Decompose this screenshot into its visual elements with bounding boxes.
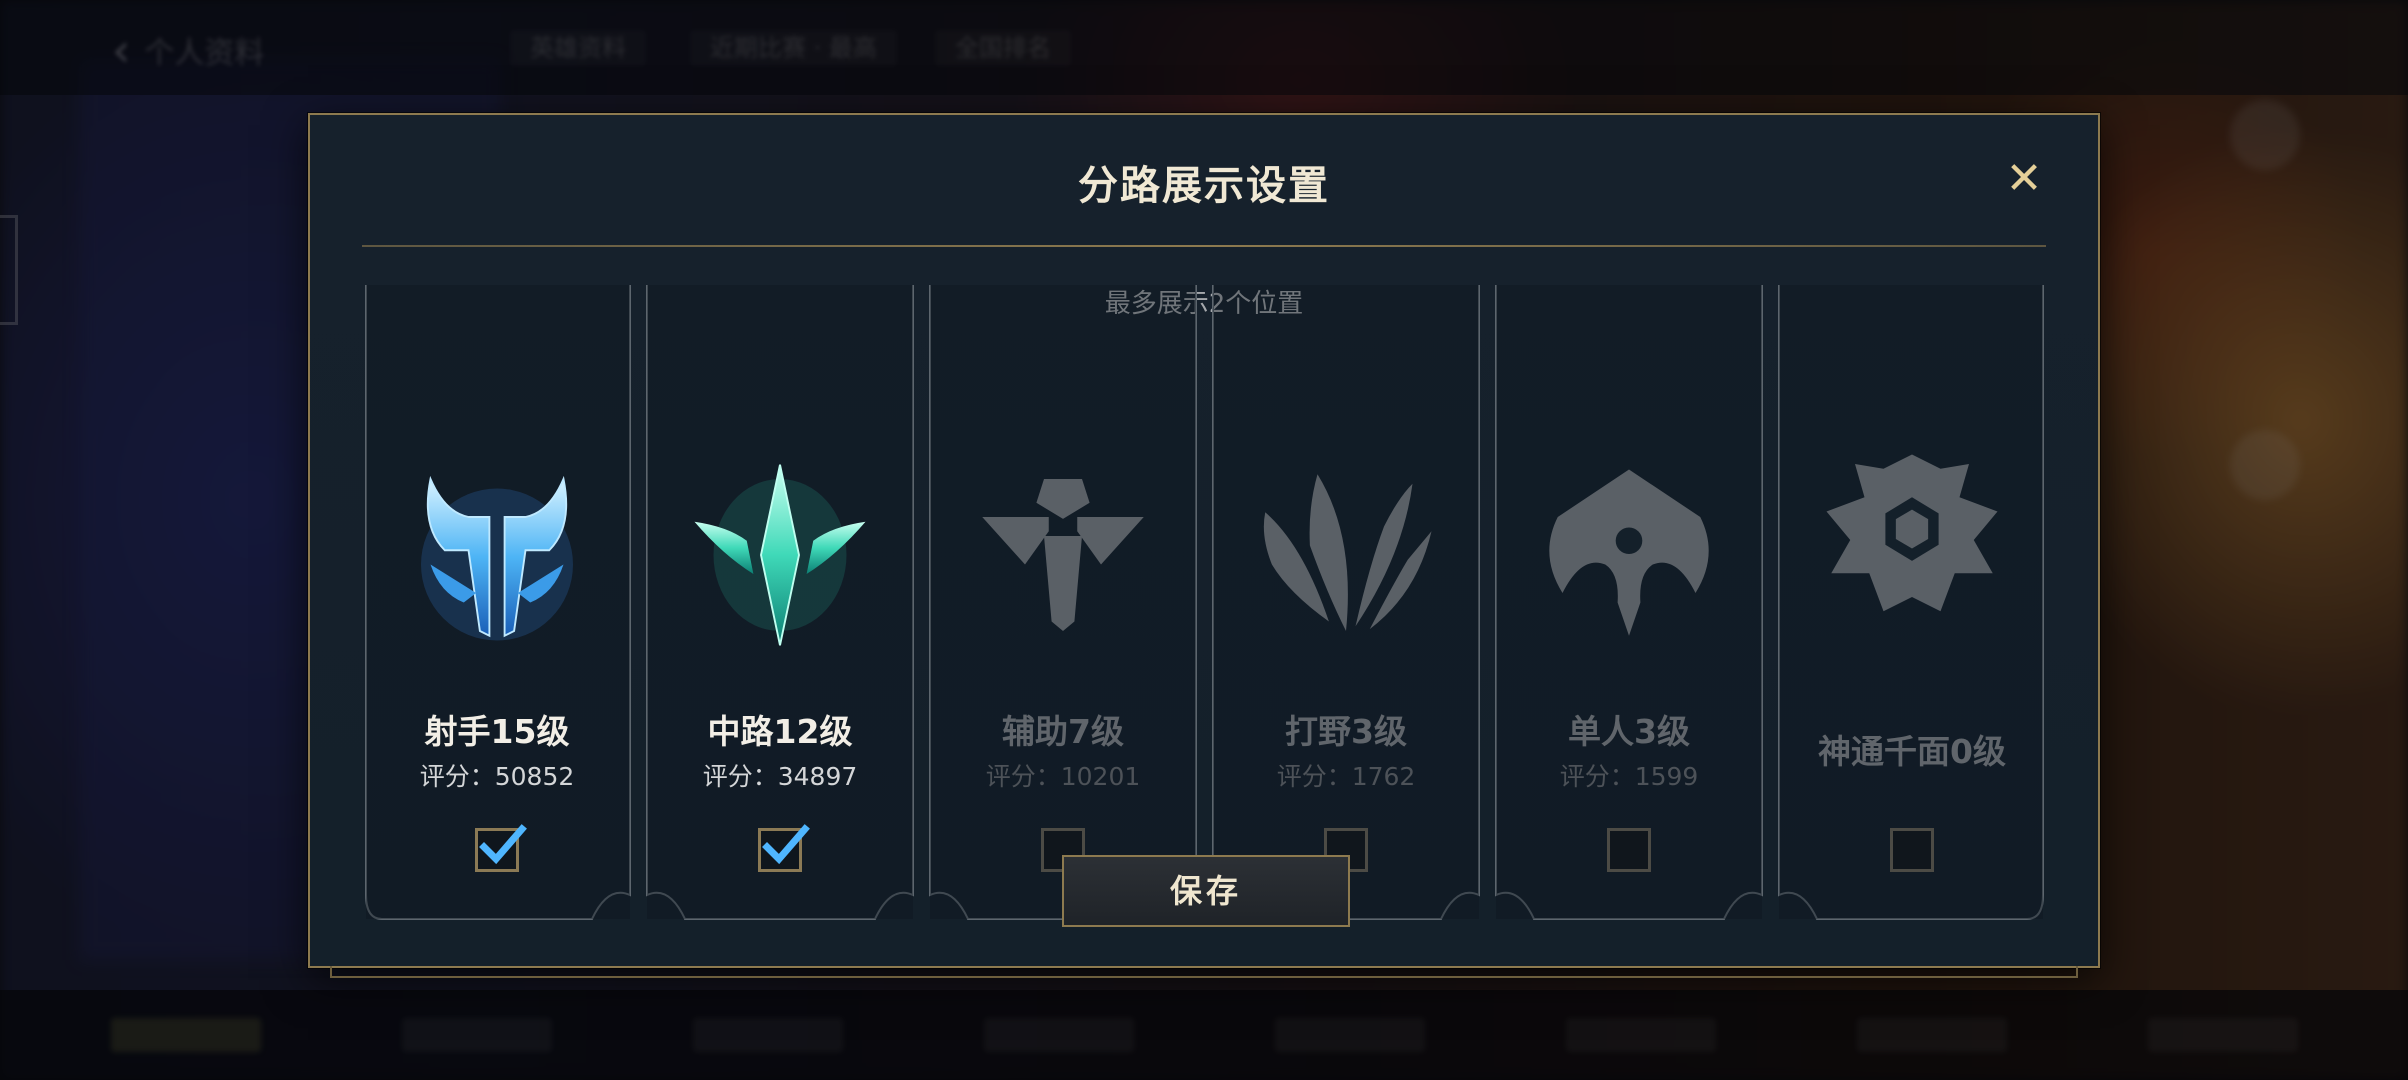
role-score: 评分：1762 [1276,762,1416,791]
lane-display-settings-dialog: 分路展示设置 ✕ 最多展示2个位置 射手15级 评分：50852 中路12级 评… [308,113,2100,978]
role-card-marksman[interactable]: 射手15级 评分：50852 [362,255,632,937]
role-score: 评分：50852 [419,762,575,791]
role-label: 射手15级 [424,712,570,751]
role-label: 辅助7级 [1002,712,1124,751]
marksman-emblem-icon [421,475,573,641]
role-card-jungle[interactable]: 打野3级 评分：1762 [1211,255,1481,937]
save-button[interactable]: 保存 [1062,855,1350,927]
role-card-shentong[interactable]: 神通千面0级 [1777,255,2047,937]
role-label: 打野3级 [1285,712,1407,751]
role-checkbox-checked[interactable] [758,824,810,872]
mid-emblem-icon [694,464,866,646]
role-card-support[interactable]: 辅助7级 评分：10201 [928,255,1198,937]
role-card-solo[interactable]: 单人3级 评分：1599 [1494,255,1764,937]
role-label: 单人3级 [1568,712,1690,751]
role-score: 评分：10201 [985,762,1141,791]
checkmark-icon [762,824,810,865]
support-emblem-icon [982,479,1144,631]
role-label: 神通千面0级 [1818,732,2006,771]
role-checkbox-checked[interactable] [475,824,527,872]
role-score: 评分：34897 [702,762,858,791]
dialog-title: 分路展示设置 [1078,163,1330,209]
role-card-mid[interactable]: 中路12级 评分：34897 [645,255,915,937]
checkmark-icon [479,824,527,865]
close-icon[interactable]: ✕ [2002,157,2046,201]
shentong-emblem-icon [1826,454,1998,612]
solo-emblem-icon [1549,469,1709,636]
jungle-emblem-icon [1263,474,1432,631]
role-card-list: 射手15级 评分：50852 中路12级 评分：34897 辅助7级 评分：10… [362,255,2052,945]
role-checkbox-unchecked[interactable] [1890,828,1934,872]
role-checkbox-unchecked[interactable] [1607,828,1651,872]
title-divider [362,245,2046,247]
role-label: 中路12级 [707,712,853,751]
role-score: 评分：1599 [1559,762,1699,791]
